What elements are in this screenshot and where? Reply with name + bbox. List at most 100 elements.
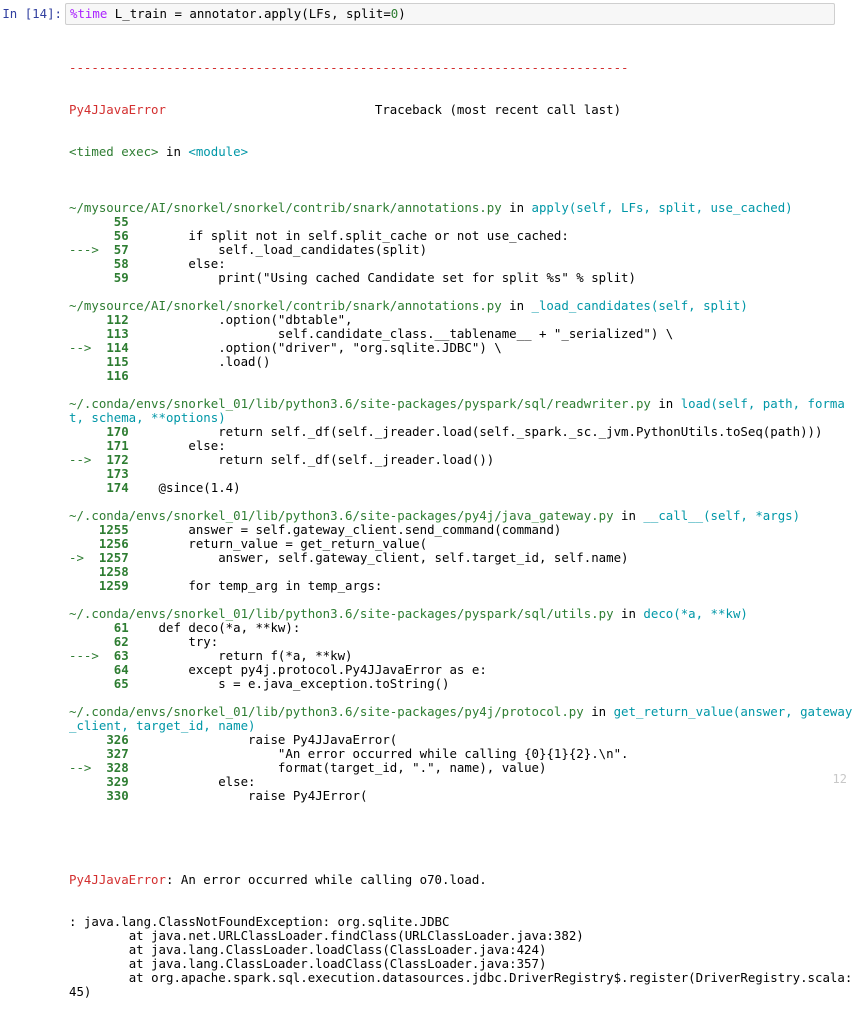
line-arrow	[69, 620, 99, 635]
code-line: 329 else:	[69, 775, 839, 789]
traceback-separator: ----------------------------------------…	[69, 60, 629, 75]
code-input[interactable]: %time L_train = annotator.apply(LFs, spl…	[65, 3, 835, 25]
line-arrow	[69, 522, 91, 537]
frame-function: get_return_value(answer, gateway	[613, 704, 853, 719]
line-arrow	[69, 578, 91, 593]
final-error-line: Py4JJavaError: An error occurred while c…	[69, 873, 839, 887]
line-number: 1257	[98, 550, 129, 565]
line-arrow	[69, 746, 99, 761]
frame-function-wrap: _client, target_id, name)	[69, 718, 256, 733]
magic-command: %time	[70, 6, 108, 21]
watermark: 12	[832, 772, 847, 786]
frame-function: deco(*a, **kw)	[643, 606, 748, 621]
code-line: 112 .option("dbtable",	[69, 313, 839, 327]
line-code: def deco(*a, **kw):	[128, 620, 301, 635]
line-arrow: -->	[69, 760, 99, 775]
code-line: 65 s = e.java_exception.toString()	[69, 677, 839, 691]
frame-path[interactable]: ~/mysource/AI/snorkel/snorkel/contrib/sn…	[69, 200, 502, 215]
line-number: 170	[106, 424, 129, 439]
line-code: answer = self.gateway_client.send_comman…	[128, 522, 562, 537]
frames-container: ~/mysource/AI/snorkel/snorkel/contrib/sn…	[69, 187, 852, 803]
line-number: 113	[106, 326, 129, 341]
line-arrow	[69, 676, 99, 691]
line-arrow	[69, 564, 91, 579]
line-number: 57	[106, 242, 129, 257]
frame-header: ~/.conda/envs/snorkel_01/lib/python3.6/s…	[69, 509, 839, 523]
frame-in-word: in	[501, 200, 532, 215]
timed-exec: <timed exec>	[69, 144, 159, 159]
line-arrow	[69, 774, 99, 789]
frame-function: _load_candidates(self, split)	[531, 298, 748, 313]
code-line: 115 .load()	[69, 355, 839, 369]
code-line: 326 raise Py4JJavaError(	[69, 733, 839, 747]
line-code: for temp_arg in temp_args:	[128, 578, 383, 593]
line-number: 116	[106, 368, 129, 383]
line-number: 63	[106, 648, 129, 663]
line-number: 115	[106, 354, 129, 369]
line-code: if split not in self.split_cache or not …	[128, 228, 569, 243]
line-number: 1255	[98, 522, 129, 537]
frame-path[interactable]: ~/mysource/AI/snorkel/snorkel/contrib/sn…	[69, 298, 502, 313]
frame-path[interactable]: ~/.conda/envs/snorkel_01/lib/python3.6/s…	[69, 508, 614, 523]
line-arrow	[69, 732, 99, 747]
cell-prompt: In [14]:	[2, 6, 62, 21]
frame-in-word: in	[613, 606, 644, 621]
line-code: self.candidate_class.__tablename__ + "_s…	[128, 326, 674, 341]
line-number: 114	[106, 340, 129, 355]
line-arrow	[69, 256, 99, 271]
frame-header: ~/.conda/envs/snorkel_01/lib/python3.6/s…	[69, 396, 845, 411]
line-number: 61	[106, 620, 129, 635]
line-code: except py4j.protocol.Py4JJavaError as e:	[128, 662, 487, 677]
code-line: ---> 57 self._load_candidates(split)	[69, 243, 839, 257]
line-arrow	[69, 536, 91, 551]
code-line: 62 try:	[69, 635, 839, 649]
code-line: 58 else:	[69, 257, 839, 271]
line-number: 330	[106, 788, 129, 803]
line-code: "An error occurred while calling {0}{1}{…	[128, 746, 629, 761]
line-arrow	[69, 354, 99, 369]
line-number: 59	[106, 270, 129, 285]
frame-header: ~/.conda/envs/snorkel_01/lib/python3.6/s…	[69, 607, 839, 621]
line-arrow	[69, 326, 99, 341]
line-code: raise Py4JError(	[128, 788, 368, 803]
code-line: 55	[69, 215, 839, 229]
line-number: 327	[106, 746, 129, 761]
line-code: try:	[128, 634, 219, 649]
frame-in-word: in	[613, 508, 644, 523]
frame-path[interactable]: ~/.conda/envs/snorkel_01/lib/python3.6/s…	[69, 396, 651, 411]
line-number: 1258	[98, 564, 129, 579]
line-code: raise Py4JJavaError(	[128, 732, 398, 747]
line-number: 1256	[98, 536, 129, 551]
line-number: 64	[106, 662, 129, 677]
code-line: 61 def deco(*a, **kw):	[69, 621, 839, 635]
line-number: 329	[106, 774, 129, 789]
frame-function: __call__(self, *args)	[643, 508, 801, 523]
line-arrow: -->	[69, 340, 99, 355]
code-line: 1255 answer = self.gateway_client.send_c…	[69, 523, 839, 537]
frame-in-word: in	[650, 396, 681, 411]
line-arrow	[69, 438, 99, 453]
code-line: 56 if split not in self.split_cache or n…	[69, 229, 839, 243]
line-code: print("Using cached Candidate set for sp…	[128, 270, 636, 285]
frame-path[interactable]: ~/.conda/envs/snorkel_01/lib/python3.6/s…	[69, 704, 584, 719]
module-name: <module>	[188, 144, 249, 159]
line-code: @since(1.4)	[128, 480, 241, 495]
java-stack-line: at java.net.URLClassLoader.findClass(URL…	[69, 928, 584, 943]
final-error-message: : An error occurred while calling o70.lo…	[165, 872, 487, 887]
line-number: 58	[106, 256, 129, 271]
frame-path[interactable]: ~/.conda/envs/snorkel_01/lib/python3.6/s…	[69, 606, 614, 621]
in-word: in	[158, 144, 189, 159]
line-arrow	[69, 312, 99, 327]
frame-function: apply(self, LFs, split, use_cached)	[531, 200, 793, 215]
line-arrow	[69, 662, 99, 677]
line-number: 55	[106, 214, 129, 229]
code-line: -> 1257 answer, self.gateway_client, sel…	[69, 551, 839, 565]
frame-in-word: in	[583, 704, 614, 719]
